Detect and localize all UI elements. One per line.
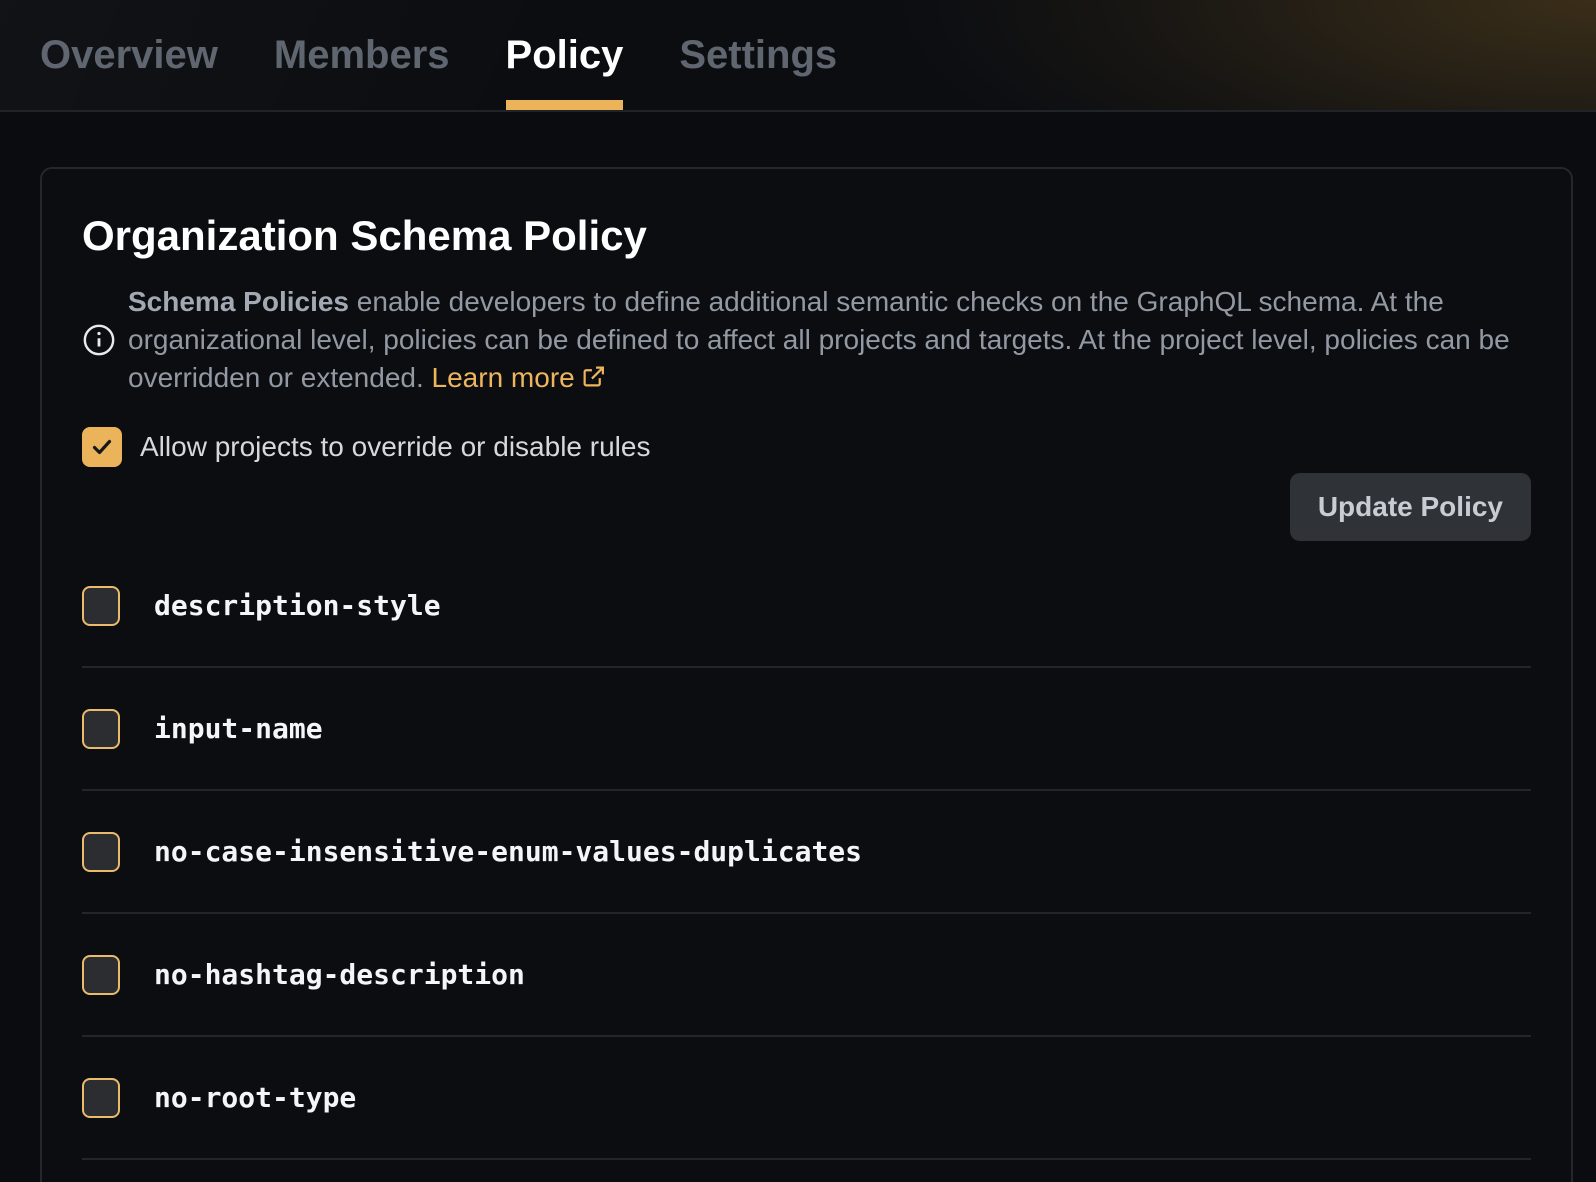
page-title: Organization Schema Policy (82, 211, 1531, 261)
learn-more-label: Learn more (432, 362, 575, 393)
tab-members[interactable]: Members (274, 0, 450, 110)
info-paragraph-lead: Schema Policies (128, 286, 349, 317)
button-row: Update Policy (82, 473, 1531, 541)
override-row: Allow projects to override or disable ru… (82, 427, 1531, 467)
rule-name: input-name (154, 712, 323, 745)
policy-card: Organization Schema Policy Schema Polici… (40, 167, 1573, 1182)
rule-row: no-root-type (82, 1037, 1531, 1160)
rule-checkbox[interactable] (82, 586, 120, 626)
rules-list: description-style input-name no-case-ins… (82, 545, 1531, 1160)
update-policy-button[interactable]: Update Policy (1290, 473, 1531, 541)
external-link-icon (581, 361, 606, 386)
tab-policy[interactable]: Policy (506, 0, 624, 110)
tab-overview[interactable]: Overview (40, 0, 218, 110)
rule-row: no-case-insensitive-enum-values-duplicat… (82, 791, 1531, 914)
rule-checkbox[interactable] (82, 832, 120, 872)
rule-checkbox[interactable] (82, 709, 120, 749)
rule-checkbox[interactable] (82, 1078, 120, 1118)
tab-bar: Overview Members Policy Settings (0, 0, 1596, 112)
rule-checkbox[interactable] (82, 955, 120, 995)
rule-name: description-style (154, 589, 441, 622)
rule-row: no-hashtag-description (82, 914, 1531, 1037)
override-checkbox[interactable] (82, 427, 122, 467)
learn-more-link[interactable]: Learn more (432, 362, 606, 393)
rule-name: no-hashtag-description (154, 958, 525, 991)
override-label: Allow projects to override or disable ru… (140, 431, 650, 463)
info-callout: Schema Policies enable developers to def… (82, 283, 1531, 397)
tab-settings[interactable]: Settings (679, 0, 837, 110)
rule-name: no-root-type (154, 1081, 356, 1114)
info-paragraph: Schema Policies enable developers to def… (128, 283, 1531, 397)
rule-row: input-name (82, 668, 1531, 791)
rule-name: no-case-insensitive-enum-values-duplicat… (154, 835, 862, 868)
rule-row: description-style (82, 545, 1531, 668)
info-icon (82, 323, 116, 357)
